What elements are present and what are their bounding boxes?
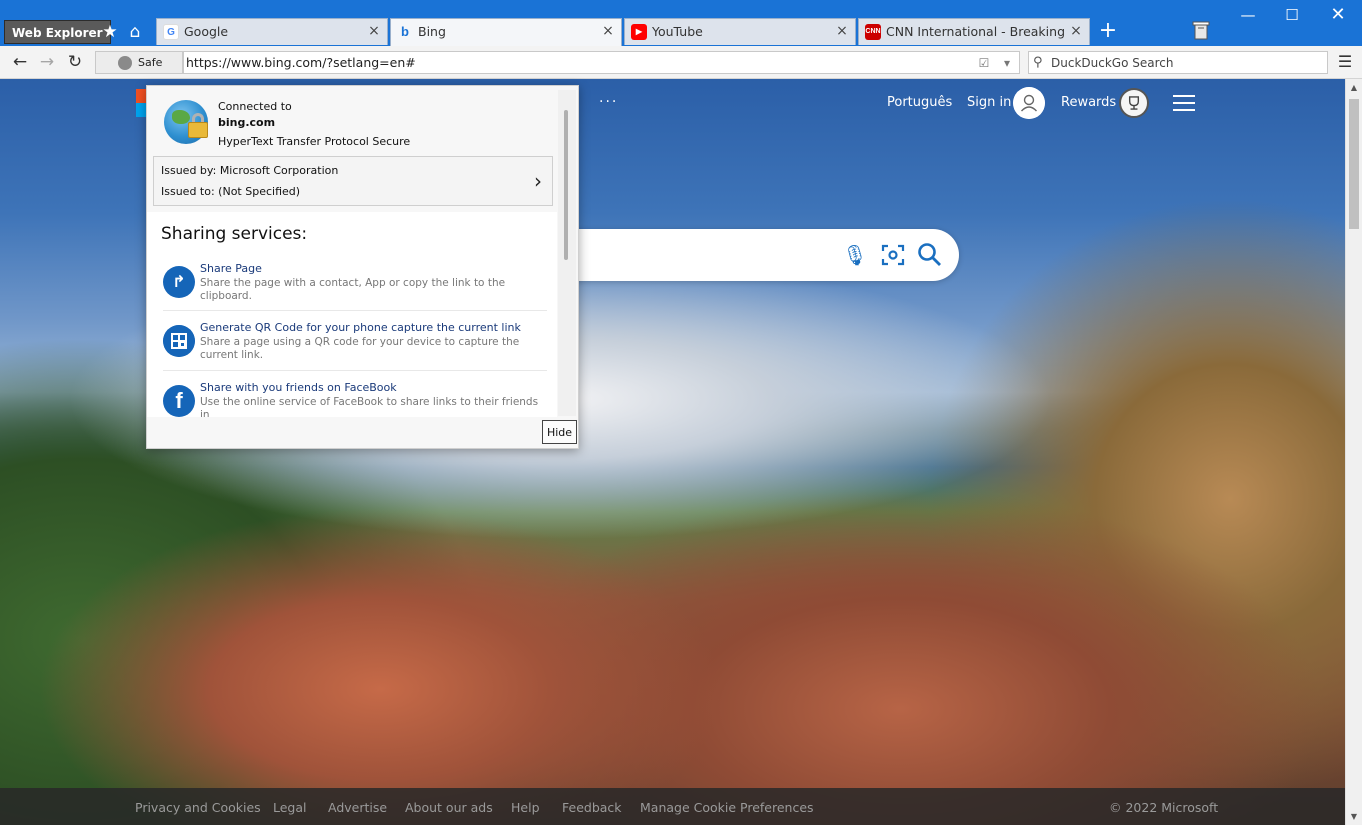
separator (163, 310, 547, 311)
cnn-icon: CNN (865, 24, 881, 40)
page-scrollbar[interactable]: ▲ ▼ (1345, 79, 1362, 825)
forward-arrow-icon[interactable]: → (37, 52, 57, 72)
bing-icon: b (401, 24, 409, 39)
close-tab-icon[interactable]: × (1069, 23, 1083, 39)
tab-label: Google (184, 24, 229, 39)
address-bar[interactable]: ☑ ▾ (183, 51, 1020, 74)
share-item-title[interactable]: Generate QR Code for your phone capture … (200, 321, 521, 334)
minimize-icon[interactable]: — (1236, 5, 1260, 25)
dropdown-arrow-icon[interactable]: ▾ (999, 55, 1015, 71)
search-input[interactable] (1051, 54, 1321, 71)
footer-link-feedback[interactable]: Feedback (562, 800, 622, 815)
reload-icon[interactable]: ↻ (65, 52, 85, 72)
copyright: © 2022 Microsoft (1109, 800, 1219, 815)
chevron-right-icon[interactable]: › (534, 169, 542, 193)
popup-scrollbar[interactable] (558, 90, 576, 416)
trash-icon[interactable] (1192, 20, 1210, 40)
favorites-star-icon[interactable]: ★ (99, 21, 121, 43)
footer-link-help[interactable]: Help (511, 800, 540, 815)
separator (163, 370, 547, 371)
new-tab-button[interactable]: + (1097, 19, 1119, 43)
microphone-icon[interactable]: 🎙 (841, 241, 869, 269)
secure-globe-lock-icon (164, 100, 208, 144)
tab-label: Bing (418, 24, 446, 39)
tab-google[interactable]: G Google × (156, 18, 388, 45)
navigation-bar: ← → ↻ Safe ☑ ▾ ⚲ ☰ (0, 46, 1362, 79)
page-footer: Privacy and Cookies Legal Advertise Abou… (0, 788, 1345, 825)
share-item-title[interactable]: Share with you friends on FaceBook (200, 381, 397, 394)
connected-to-label: Connected to (218, 100, 292, 113)
google-icon: G (163, 24, 179, 40)
host-name: bing.com (218, 116, 276, 129)
sharing-title: Sharing services: (161, 224, 308, 244)
scroll-down-icon[interactable]: ▼ (1349, 812, 1359, 821)
avatar[interactable] (1013, 87, 1045, 119)
hamburger-menu-icon[interactable] (1173, 95, 1195, 111)
tab-bing[interactable]: b Bing × (390, 18, 622, 46)
share-item-description: Use the online service of FaceBook to sh… (200, 396, 539, 417)
web-search-box[interactable]: ⚲ (1028, 51, 1328, 74)
browser-menu-icon[interactable]: ☰ (1336, 53, 1354, 71)
app-menu-button[interactable]: Web Explorer (4, 20, 111, 44)
more-options-icon[interactable]: ··· (599, 94, 618, 110)
title-bar: Web Explorer ★ ⌂ G Google × b Bing × ▶ Y… (0, 0, 1362, 46)
url-input[interactable] (186, 54, 946, 71)
rewards-link[interactable]: Rewards (1061, 95, 1116, 110)
security-popup: Connected to bing.com HyperText Transfer… (146, 85, 579, 449)
footer-link-privacy[interactable]: Privacy and Cookies (135, 800, 261, 815)
security-indicator[interactable]: Safe (95, 51, 183, 74)
share-arrow-icon: ↱ (163, 266, 195, 298)
sharing-services-panel: Sharing services: ↱ Share Page Share the… (147, 212, 557, 417)
footer-link-cookie-preferences[interactable]: Manage Cookie Preferences (640, 800, 814, 815)
issued-by: Issued by: Microsoft Corporation (161, 164, 339, 177)
tab-youtube[interactable]: ▶ YouTube × (624, 18, 856, 45)
trophy-icon[interactable] (1119, 88, 1149, 118)
hide-button[interactable]: Hide (542, 420, 577, 444)
close-tab-icon[interactable]: × (367, 23, 381, 39)
footer-link-advertise[interactable]: Advertise (328, 800, 387, 815)
share-item-title[interactable]: Share Page (200, 262, 262, 275)
home-icon[interactable]: ⌂ (124, 21, 146, 43)
share-item-description: Share the page with a contact, App or co… (200, 277, 506, 302)
reader-mode-icon[interactable]: ☑ (976, 55, 992, 71)
tab-cnn[interactable]: CNN CNN International - Breaking News × (858, 18, 1090, 45)
close-tab-icon[interactable]: × (835, 23, 849, 39)
tab-label: CNN International - Breaking News (886, 24, 1065, 39)
search-icon: ⚲ (1033, 55, 1043, 70)
certificate-info[interactable]: Issued by: Microsoft Corporation Issued … (153, 156, 553, 206)
visual-search-icon[interactable] (879, 241, 907, 269)
close-window-icon[interactable]: ✕ (1326, 5, 1350, 25)
footer-link-about-ads[interactable]: About our ads (405, 800, 493, 815)
scroll-thumb[interactable] (1349, 99, 1359, 229)
close-tab-icon[interactable]: × (601, 23, 615, 39)
youtube-icon: ▶ (631, 24, 647, 40)
sign-in-link[interactable]: Sign in (967, 95, 1011, 110)
popup-scroll-thumb[interactable] (564, 110, 568, 260)
protocol-label: HyperText Transfer Protocol Secure (218, 135, 411, 148)
tab-label: YouTube (652, 24, 703, 39)
security-label: Safe (138, 56, 163, 69)
search-icon[interactable] (916, 241, 944, 269)
facebook-icon: f (163, 385, 195, 417)
share-item-description: Share a page using a QR code for your de… (200, 336, 520, 361)
globe-icon (118, 56, 132, 70)
qr-code-icon (163, 325, 195, 357)
bing-search-box[interactable]: 🎙 (560, 229, 959, 281)
language-link[interactable]: Português (887, 95, 952, 110)
scroll-up-icon[interactable]: ▲ (1349, 83, 1359, 92)
maximize-icon[interactable]: ☐ (1280, 5, 1304, 25)
footer-link-legal[interactable]: Legal (273, 800, 307, 815)
issued-to: Issued to: (Not Specified) (161, 185, 301, 198)
back-arrow-icon[interactable]: ← (10, 52, 30, 72)
